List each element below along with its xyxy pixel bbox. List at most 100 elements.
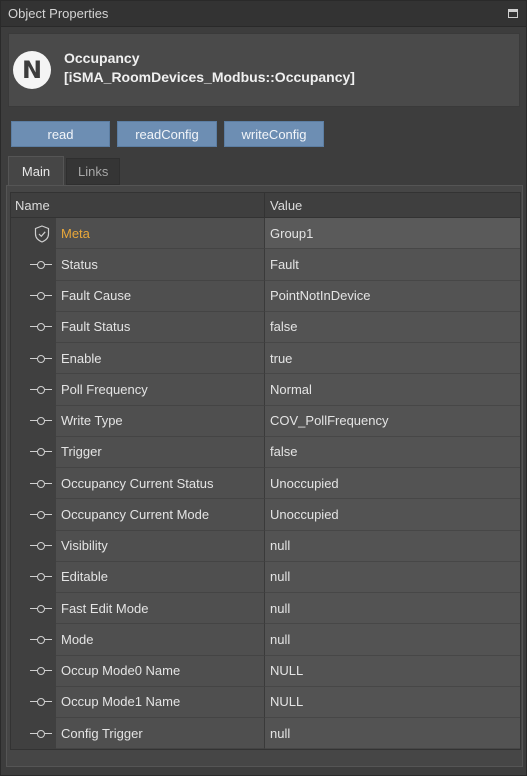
slot-icon — [30, 416, 52, 426]
slot-icon — [30, 479, 52, 489]
property-name: Editable — [56, 561, 265, 593]
table-row[interactable]: Mode null — [11, 624, 520, 656]
table-row[interactable]: Occupancy Current Mode Unoccupied — [11, 499, 520, 531]
table-row[interactable]: Visibility null — [11, 530, 520, 562]
column-header-name[interactable]: Name — [11, 193, 265, 217]
slot-icon — [30, 447, 52, 457]
tab-bar: Main Links — [8, 156, 121, 185]
property-value[interactable]: NULL — [265, 655, 520, 687]
table-row[interactable]: Meta Group1 — [11, 218, 520, 250]
row-gutter — [11, 686, 56, 718]
row-gutter — [11, 374, 56, 406]
property-value[interactable]: false — [265, 311, 520, 343]
row-gutter — [11, 499, 56, 531]
table-header: Name Value — [11, 193, 520, 218]
column-header-value[interactable]: Value — [265, 193, 520, 217]
slot-icon — [30, 291, 52, 301]
property-value[interactable]: PointNotInDevice — [265, 280, 520, 312]
object-header: N Occupancy [iSMA_RoomDevices_Modbus::Oc… — [8, 33, 520, 107]
slot-icon — [30, 510, 52, 520]
row-gutter — [11, 405, 56, 437]
panel-title: Object Properties — [8, 6, 109, 21]
property-value[interactable]: true — [265, 343, 520, 375]
table-row[interactable]: Trigger false — [11, 436, 520, 468]
row-gutter — [11, 311, 56, 343]
maximize-icon[interactable] — [508, 9, 518, 18]
row-gutter — [11, 343, 56, 375]
table-row[interactable]: Occup Mode1 Name NULL — [11, 686, 520, 718]
row-gutter — [11, 280, 56, 312]
property-name: Poll Frequency — [56, 374, 265, 406]
property-value[interactable]: Group1 — [265, 218, 520, 250]
table-row[interactable]: Poll Frequency Normal — [11, 374, 520, 406]
property-name: Status — [56, 249, 265, 281]
slot-icon — [30, 572, 52, 582]
table-row[interactable]: Config Trigger null — [11, 718, 520, 750]
properties-container: Name Value Meta Group1 Status Fault Fault Ca… — [6, 185, 523, 767]
shield-icon — [34, 224, 50, 243]
property-value[interactable]: Unoccupied — [265, 468, 520, 500]
property-value[interactable]: null — [265, 593, 520, 625]
row-gutter — [11, 530, 56, 562]
property-name: Trigger — [56, 436, 265, 468]
table-row[interactable]: Fast Edit Mode null — [11, 593, 520, 625]
action-bar: read readConfig writeConfig — [11, 121, 324, 147]
property-name: Fault Status — [56, 311, 265, 343]
slot-icon — [30, 354, 52, 364]
property-name: Config Trigger — [56, 718, 265, 750]
property-name: Mode — [56, 624, 265, 656]
panel-titlebar: Object Properties — [1, 1, 526, 27]
property-name: Occupancy Current Mode — [56, 499, 265, 531]
table-footer — [10, 752, 521, 762]
row-gutter — [11, 468, 56, 500]
row-gutter — [11, 624, 56, 656]
table-row[interactable]: Occupancy Current Status Unoccupied — [11, 468, 520, 500]
property-value[interactable]: NULL — [265, 686, 520, 718]
read-button[interactable]: read — [11, 121, 110, 147]
property-value[interactable]: null — [265, 624, 520, 656]
property-name: Occup Mode0 Name — [56, 655, 265, 687]
property-value[interactable]: null — [265, 530, 520, 562]
table-row[interactable]: Occup Mode0 Name NULL — [11, 655, 520, 687]
property-name: Fast Edit Mode — [56, 593, 265, 625]
table-row[interactable]: Editable null — [11, 561, 520, 593]
niagara-logo-icon: N — [13, 51, 51, 89]
table-row[interactable]: Fault Cause PointNotInDevice — [11, 280, 520, 312]
row-gutter — [11, 718, 56, 750]
property-value[interactable]: null — [265, 718, 520, 750]
property-value[interactable]: Unoccupied — [265, 499, 520, 531]
table-row[interactable]: Status Fault — [11, 249, 520, 281]
tab-main[interactable]: Main — [8, 156, 64, 185]
slot-icon — [30, 729, 52, 739]
object-type: [iSMA_RoomDevices_Modbus::Occupancy] — [64, 69, 355, 85]
properties-table: Name Value Meta Group1 Status Fault Fault Ca… — [10, 192, 521, 750]
slot-icon — [30, 260, 52, 270]
table-row[interactable]: Write Type COV_PollFrequency — [11, 405, 520, 437]
property-value[interactable]: Fault — [265, 249, 520, 281]
row-gutter — [11, 655, 56, 687]
property-name: Occup Mode1 Name — [56, 686, 265, 718]
object-properties-panel: Object Properties N Occupancy [iSMA_Room… — [0, 0, 527, 776]
row-gutter — [11, 561, 56, 593]
read-config-button[interactable]: readConfig — [117, 121, 217, 147]
table-row[interactable]: Enable true — [11, 343, 520, 375]
property-name: Occupancy Current Status — [56, 468, 265, 500]
slot-icon — [30, 666, 52, 676]
write-config-button[interactable]: writeConfig — [224, 121, 324, 147]
slot-icon — [30, 604, 52, 614]
property-name: Meta — [56, 218, 265, 250]
property-value[interactable]: false — [265, 436, 520, 468]
row-gutter — [11, 218, 56, 250]
object-name: Occupancy — [64, 50, 140, 66]
slot-icon — [30, 322, 52, 332]
tab-links[interactable]: Links — [66, 158, 121, 185]
slot-icon — [30, 541, 52, 551]
property-name: Write Type — [56, 405, 265, 437]
property-value[interactable]: COV_PollFrequency — [265, 405, 520, 437]
property-value[interactable]: Normal — [265, 374, 520, 406]
property-name: Fault Cause — [56, 280, 265, 312]
table-row[interactable]: Fault Status false — [11, 311, 520, 343]
property-value[interactable]: null — [265, 561, 520, 593]
table-body: Meta Group1 Status Fault Fault Cause PointNot… — [11, 218, 520, 750]
row-gutter — [11, 249, 56, 281]
